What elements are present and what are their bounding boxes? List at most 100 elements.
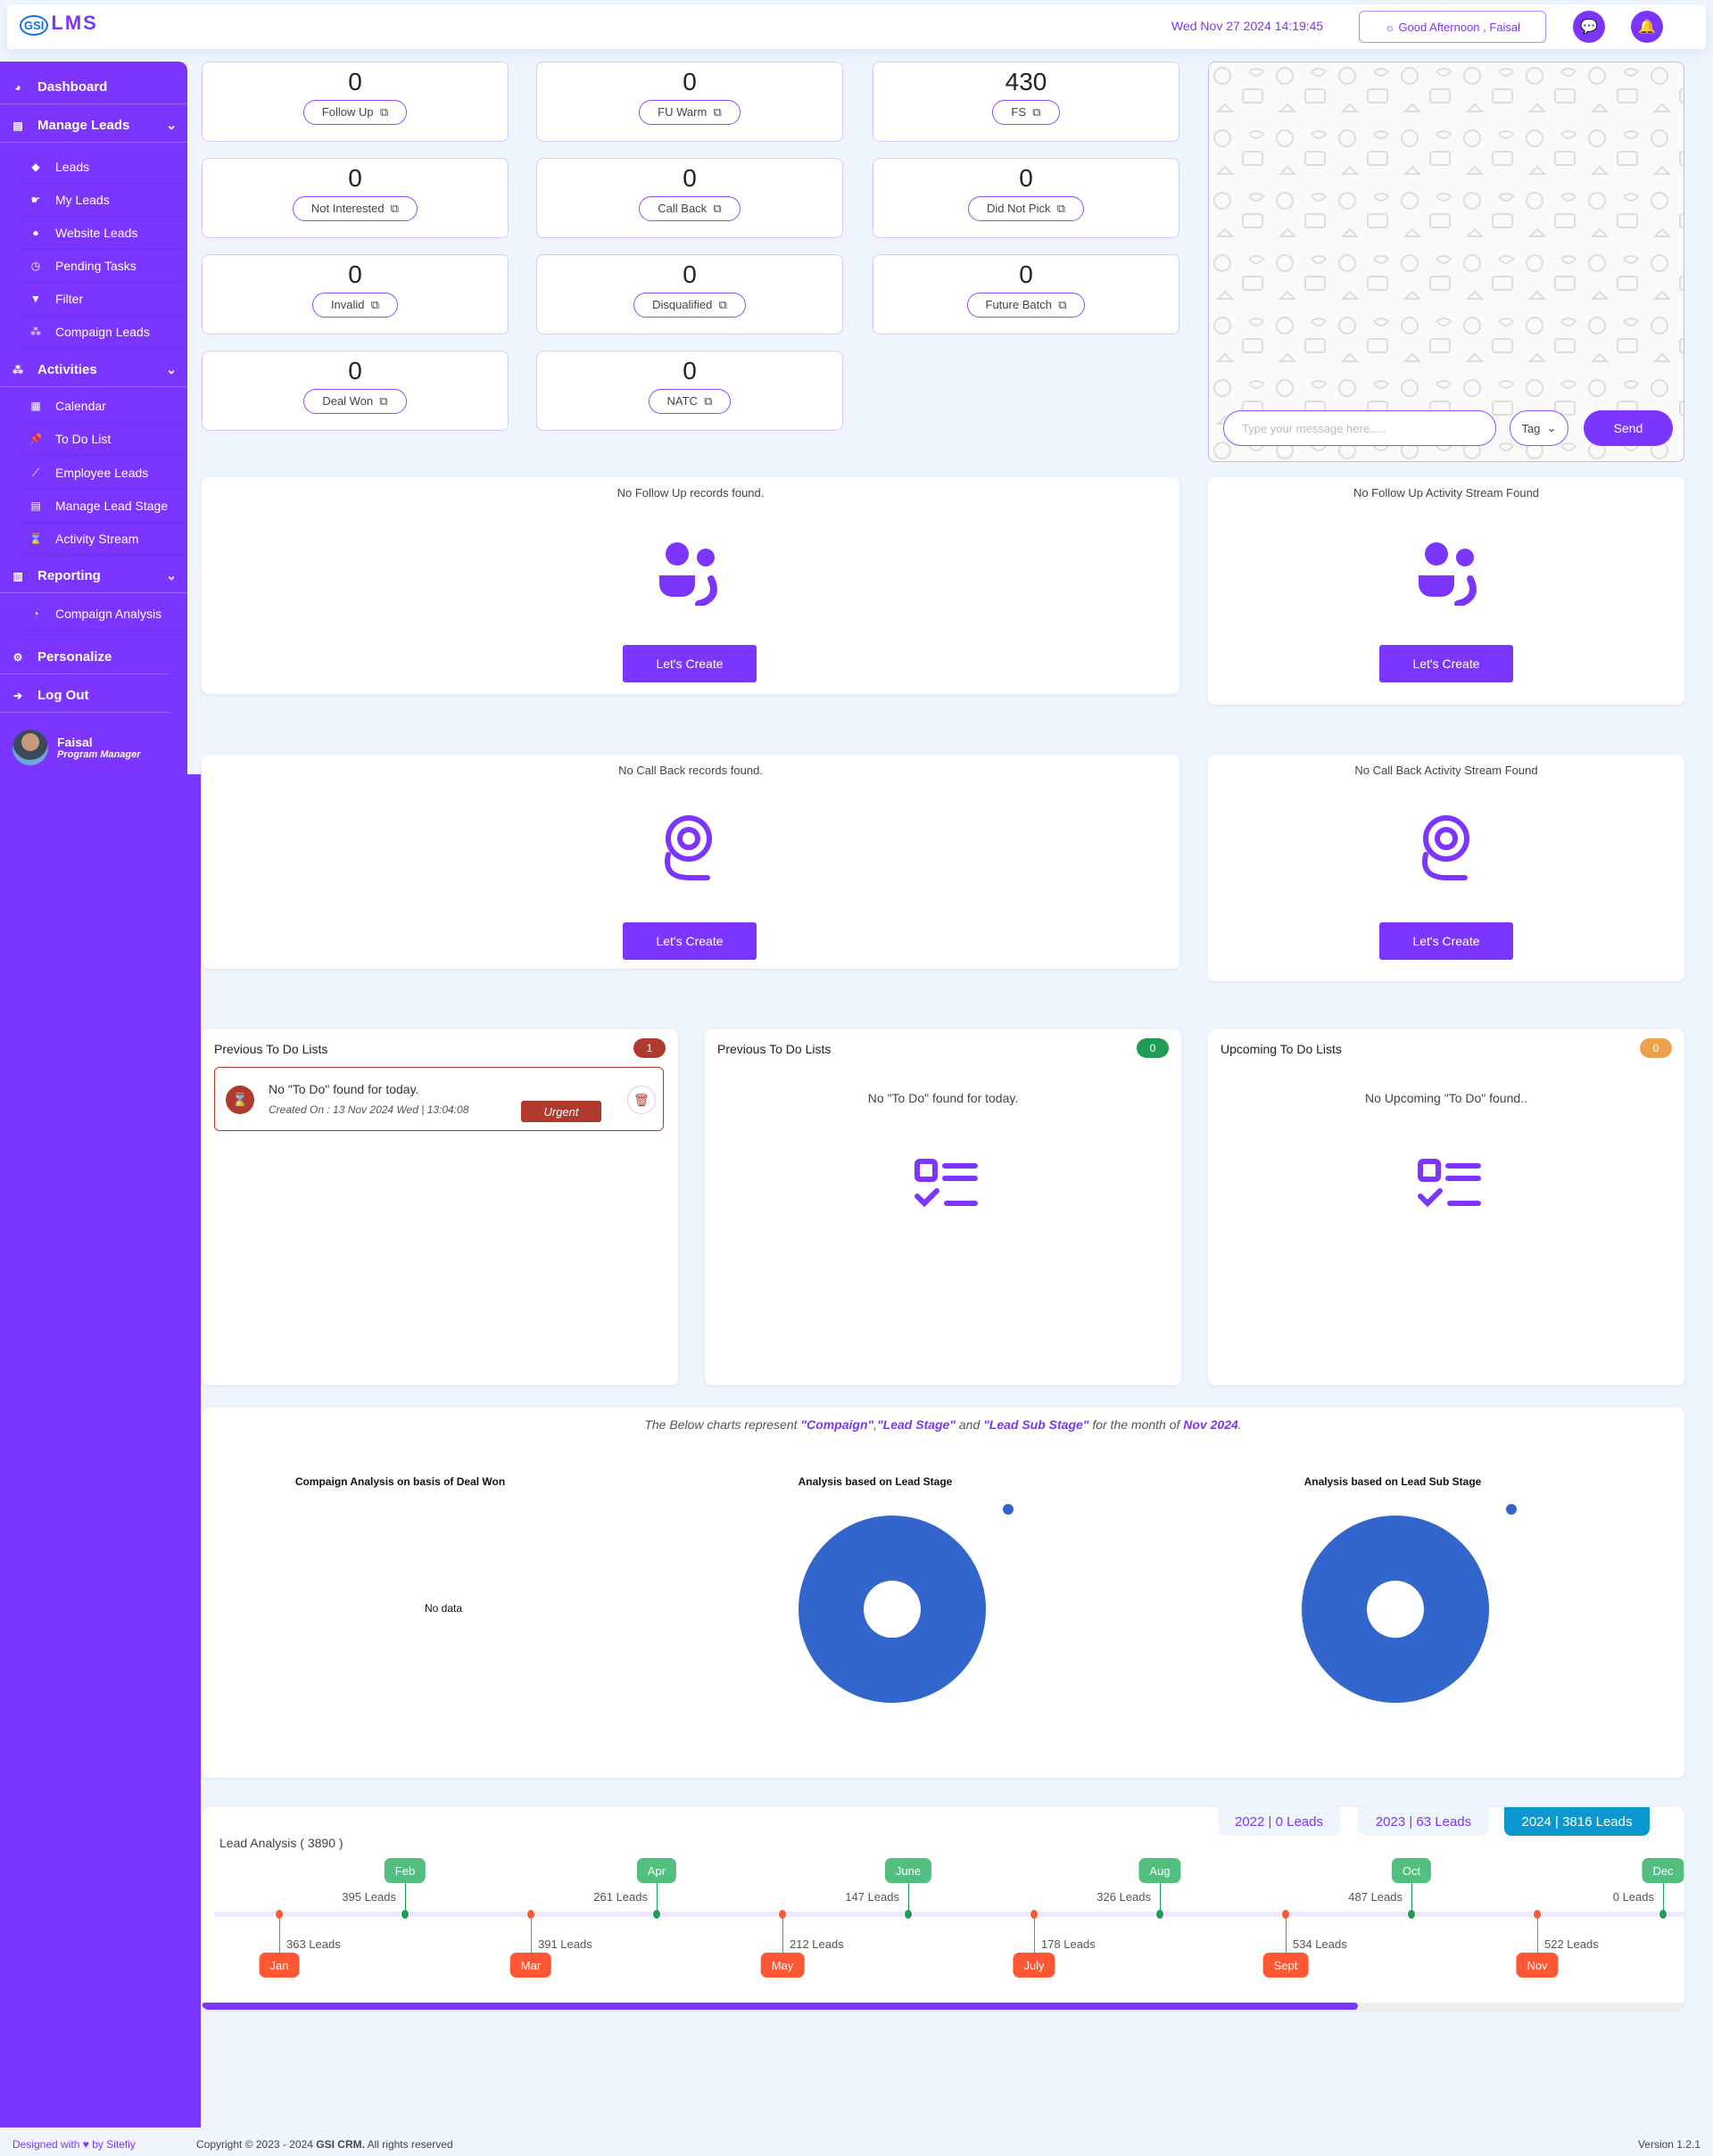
sidebar-item-leads[interactable]: ◆ Leads	[21, 151, 187, 184]
message-input[interactable]: Type your message here.....	[1223, 410, 1496, 446]
sidebar-item-reporting[interactable]: ▥ Reporting ⌄	[0, 559, 187, 593]
month-label[interactable]: Jan	[259, 1953, 300, 1978]
sidebar-item-compaign-analysis[interactable]: ◔ Compaign Analysis	[21, 598, 187, 631]
label: Personalize	[37, 649, 112, 665]
hourglass-icon: ⌛	[226, 1086, 254, 1114]
stat-link-button[interactable]: Follow Up ⧉	[302, 100, 408, 125]
label: Employee Leads	[55, 466, 149, 480]
user-profile[interactable]: Faisal Program Manager	[12, 730, 141, 765]
lets-create-button[interactable]: Let's Create	[1379, 645, 1513, 682]
globe-icon: ●	[32, 227, 39, 239]
sidebar-item-pending-tasks[interactable]: ◷ Pending Tasks	[21, 250, 187, 283]
trash-icon[interactable]: 🗑	[627, 1086, 656, 1114]
external-link-icon: ⧉	[1058, 298, 1067, 311]
greeting-button[interactable]: ☼ Good Afternoon , Faisal	[1359, 11, 1546, 43]
month-label[interactable]: Nov	[1516, 1953, 1559, 1978]
sidebar-item-calendar[interactable]: ▦ Calendar	[21, 390, 187, 423]
stat-link-button[interactable]: FU Warm ⧉	[639, 100, 741, 125]
headset-icon	[665, 815, 712, 880]
sidebar-item-filter[interactable]: ▼ Filter	[21, 283, 187, 316]
tag-select[interactable]: Tag ⌄	[1510, 410, 1568, 446]
stat-link-button[interactable]: Did Not Pick ⧉	[967, 196, 1085, 221]
month-label[interactable]: May	[760, 1953, 805, 1978]
stat-link-button[interactable]: Deal Won ⧉	[303, 389, 407, 414]
stat-value: 0	[683, 357, 697, 384]
month-leads: 261 Leads	[593, 1890, 648, 1904]
follow-up-stream-card: No Follow Up Activity Stream Found Let's…	[1208, 477, 1684, 705]
label: Filter	[55, 292, 84, 306]
people-phone-icon	[659, 542, 717, 606]
month-label[interactable]: Aug	[1138, 1858, 1181, 1883]
bell-icon[interactable]: 🔔	[1631, 11, 1663, 43]
sidebar-item-my-leads[interactable]: ☛ My Leads	[21, 184, 187, 217]
label: Activity Stream	[55, 532, 139, 546]
month-label[interactable]: Oct	[1391, 1858, 1432, 1883]
sidebar-item-activities[interactable]: ⁂ Activities ⌄	[0, 353, 187, 387]
month-label[interactable]: Apr	[636, 1858, 677, 1883]
sidebar-item-to-do-list[interactable]: 📌 To Do List	[21, 423, 187, 456]
todo-item[interactable]: ⌛ No "To Do" found for today. Created On…	[214, 1067, 664, 1131]
month-label[interactable]: Dec	[1642, 1858, 1684, 1883]
month-leads: 147 Leads	[845, 1890, 899, 1904]
year-tab[interactable]: 2022 | 0 Leads	[1218, 1807, 1340, 1836]
timeline-stem	[1160, 1882, 1161, 1911]
pie-charts	[799, 1504, 1517, 1703]
sidebar-item-compaign-leads[interactable]: ⁂ Compaign Leads	[21, 316, 187, 349]
filter-icon: ▼	[30, 293, 41, 305]
month-label[interactable]: Mar	[509, 1953, 552, 1978]
month-label[interactable]: Feb	[384, 1858, 426, 1883]
designed-by[interactable]: Designed with ♥ by Sitefiy	[12, 2138, 136, 2151]
count-badge: 0	[1137, 1038, 1169, 1058]
sidebar-item-manage-leads[interactable]: ▤ Manage Leads ⌄	[0, 109, 187, 143]
chat-icon[interactable]: 💬	[1573, 11, 1605, 43]
timeline-stem	[782, 1918, 783, 1954]
month-label[interactable]: July	[1013, 1953, 1055, 1978]
scrollbar-thumb[interactable]	[202, 2003, 1359, 2010]
heart-icon: ♥	[82, 2138, 89, 2151]
year-tab[interactable]: 2023 | 63 Leads	[1358, 1807, 1489, 1836]
stat-link-button[interactable]: Not Interested ⧉	[292, 196, 418, 221]
stat-link-button[interactable]: NATC ⧉	[648, 389, 732, 414]
sidebar-item-activity-stream[interactable]: ⌛ Activity Stream	[21, 523, 187, 556]
stat-label: Did Not Pick	[986, 202, 1051, 215]
timeline-stem	[1663, 1882, 1664, 1911]
month-label[interactable]: Sept	[1262, 1953, 1309, 1978]
horizontal-scrollbar[interactable]	[202, 2003, 1684, 2010]
stat-label: Deal Won	[322, 394, 374, 408]
label: Manage Leads	[37, 118, 130, 133]
stat-link-button[interactable]: FS ⧉	[992, 100, 1060, 125]
stat-link-button[interactable]: Call Back ⧉	[639, 196, 741, 221]
month-label[interactable]: June	[884, 1858, 932, 1883]
logo[interactable]: GSI LMS	[20, 12, 98, 36]
sidebar-item-manage-lead-stage[interactable]: ▤ Manage Lead Stage	[21, 490, 187, 523]
chevron-down-icon: ⌄	[166, 118, 177, 132]
stat-value: 0	[683, 164, 697, 192]
sidebar-item-employee-leads[interactable]: ⟋ Employee Leads	[21, 457, 187, 490]
timeline-line	[214, 1912, 1684, 1917]
lets-create-button[interactable]: Let's Create	[623, 645, 757, 682]
send-button[interactable]: Send	[1584, 410, 1673, 446]
user-name: Faisal	[57, 735, 93, 749]
lets-create-button[interactable]: Let's Create	[623, 922, 757, 960]
call-back-card: No Call Back records found. Let's Create	[202, 755, 1179, 969]
timeline-stem	[908, 1882, 909, 1911]
timeline-stem	[405, 1882, 406, 1911]
sidebar-item-website-leads[interactable]: ● Website Leads	[21, 217, 187, 250]
avatar	[12, 730, 48, 765]
sidebar-item-personalize[interactable]: ⚙ Personalize	[0, 640, 170, 674]
stat-label: Future Batch	[985, 298, 1052, 311]
year-tab[interactable]: 2024 | 3816 Leads	[1504, 1807, 1650, 1836]
stat-link-button[interactable]: Future Batch ⧉	[966, 293, 1086, 318]
stat-link-button[interactable]: Disqualified ⧉	[633, 293, 746, 318]
lets-create-button[interactable]: Let's Create	[1379, 922, 1513, 960]
sidebar-item-dashboard[interactable]: ◕ Dashboard	[0, 70, 187, 104]
external-link-icon: ⧉	[390, 202, 400, 215]
stat-link-button[interactable]: Invalid ⧉	[311, 293, 399, 318]
chat-panel: Type your message here..... Tag ⌄ Send	[1208, 62, 1684, 462]
label: Log Out	[37, 688, 89, 703]
stat-value: 0	[348, 164, 362, 192]
sidebar-item-logout[interactable]: ➔ Log Out	[0, 679, 170, 713]
empty-message: No Follow Up Activity Stream Found	[1353, 486, 1540, 500]
stat-card: 0 Disqualified ⧉	[536, 254, 843, 335]
timeline-stem	[1034, 1918, 1035, 1954]
